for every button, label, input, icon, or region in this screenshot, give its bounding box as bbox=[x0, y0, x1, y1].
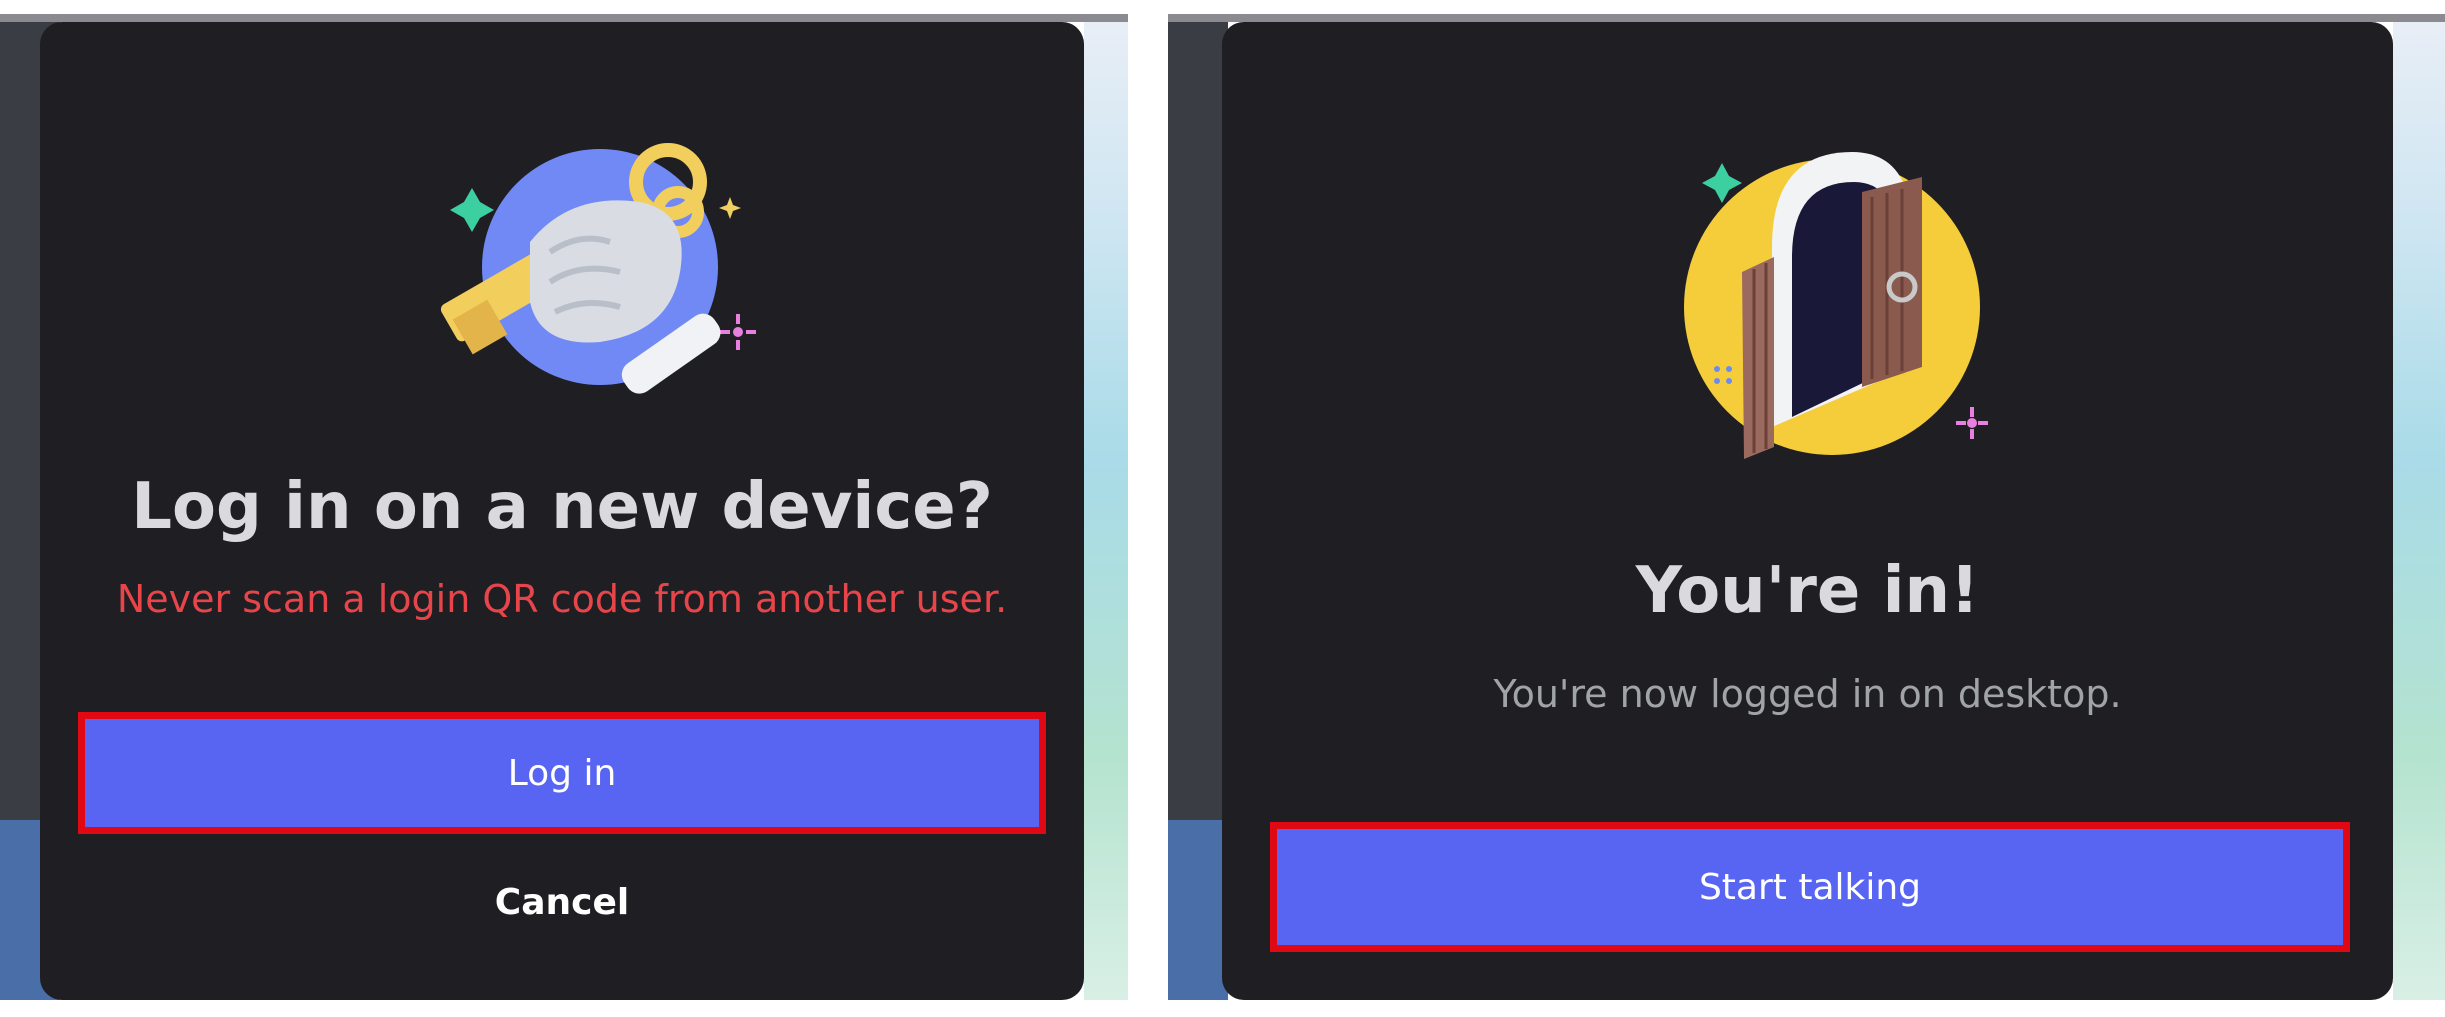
login-success-dialog: You're in! You're now logged in on deskt… bbox=[1222, 22, 2393, 1000]
top-bar bbox=[0, 14, 1128, 22]
hand-holding-key-icon bbox=[440, 143, 756, 394]
backdrop-strip-right bbox=[2393, 20, 2445, 1000]
right-screen: You're in! You're now logged in on deskt… bbox=[1168, 0, 2445, 1000]
log-in-button[interactable]: Log in bbox=[78, 712, 1046, 834]
backdrop-strip-right bbox=[1084, 20, 1128, 1000]
cancel-button[interactable]: Cancel bbox=[40, 882, 1084, 923]
security-warning: Never scan a login QR code from another … bbox=[116, 577, 1008, 621]
success-message: You're now logged in on desktop. bbox=[1493, 672, 2122, 716]
left-screen: Log in on a new device? Never scan a log… bbox=[0, 0, 1128, 1000]
start-talking-button[interactable]: Start talking bbox=[1270, 822, 2350, 952]
dialog-title: You're in! bbox=[1635, 554, 1980, 628]
dialog-title: Log in on a new device? bbox=[131, 470, 993, 544]
login-confirm-dialog: Log in on a new device? Never scan a log… bbox=[40, 22, 1084, 1000]
top-bar bbox=[1168, 14, 2445, 22]
open-door-icon bbox=[1684, 152, 1988, 459]
backdrop-corner bbox=[1168, 820, 1228, 1000]
